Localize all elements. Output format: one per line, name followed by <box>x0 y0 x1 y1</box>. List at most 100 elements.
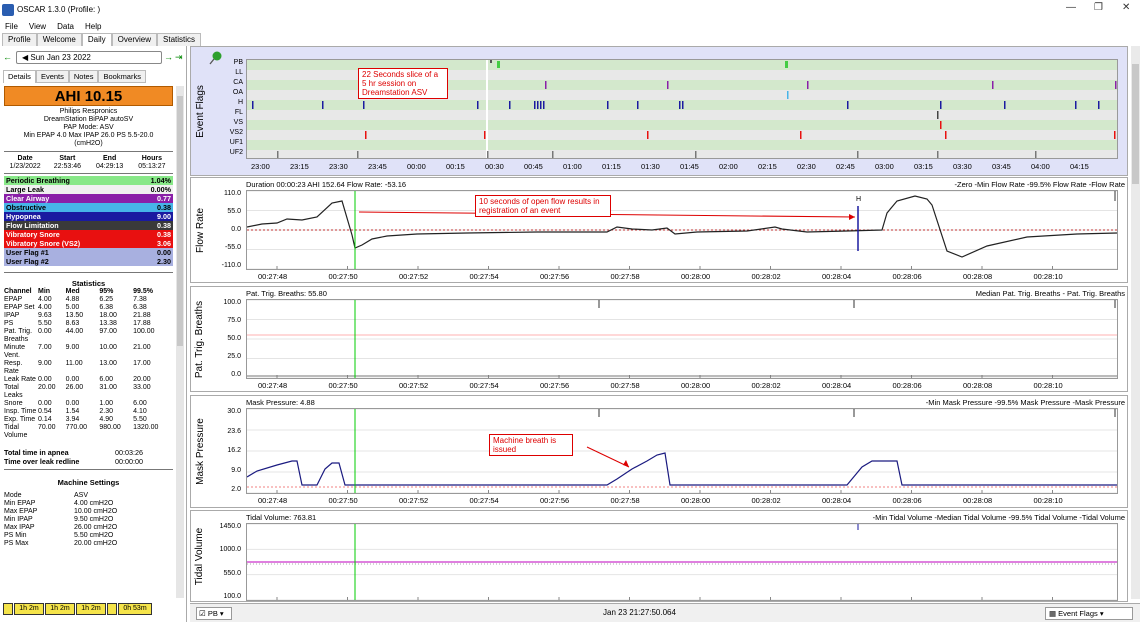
stats-cell: 44.00 <box>65 328 84 335</box>
event-summary-row[interactable]: Vibratory Snore 0.38 <box>4 230 173 239</box>
x-tick-label: 00:27:56 <box>540 381 570 390</box>
mask-pressure-panel[interactable]: Mask Pressure Mask Pressure: 4.88 -Min M… <box>190 395 1128 508</box>
tab-details[interactable]: Details <box>3 70 36 83</box>
y-tick-label: 1450.0 <box>219 523 241 530</box>
tidal-volume-panel[interactable]: Tidal Volume Tidal Volume: 763.81 -Min T… <box>190 510 1128 602</box>
last-day-icon[interactable]: ⇥ <box>175 52 183 63</box>
event-summary-row[interactable]: Hypopnea 9.00 <box>4 212 173 221</box>
stats-cell: 4.00 <box>38 304 52 311</box>
detail-tabs: Details Events Notes Bookmarks <box>3 70 146 83</box>
event-summary-row[interactable]: Flow Limitation 0.38 <box>4 221 173 230</box>
event-flags-panel[interactable]: Event Flags PB LL CA OA H FL VS VS2 UF1 UF2 23:00… <box>190 46 1128 176</box>
event-value: 2.30 <box>157 257 171 266</box>
y-tick-label: 2.0 <box>231 486 241 493</box>
date-picker[interactable]: ◀ Sun Jan 23 2022 <box>16 50 162 64</box>
tab-bookmarks[interactable]: Bookmarks <box>98 70 146 83</box>
flag-event-mark <box>277 151 279 159</box>
pat-trig-plot[interactable] <box>246 299 1118 379</box>
next-day-icon[interactable]: → <box>164 52 173 62</box>
tab-welcome[interactable]: Welcome <box>36 33 82 46</box>
duration-button-4[interactable]: 0h 53m <box>118 603 152 615</box>
device-info: Philips Respronics DreamStation BiPAP au… <box>4 108 173 148</box>
flow-xticks: 00:27:48 00:27:50 00:27:52 00:27:54 00:27:56… <box>246 272 1118 282</box>
x-tick-label: 00:28:08 <box>963 496 993 505</box>
duration-button-2[interactable]: 1h 2m <box>45 603 75 615</box>
flag-event-mark <box>1075 101 1077 109</box>
stats-cell: 9.00 <box>38 360 52 367</box>
flag-event-mark <box>552 151 554 159</box>
prev-day-icon[interactable]: ← <box>3 52 12 62</box>
stats-cell: 7.00 <box>38 344 52 351</box>
flag-time-tick: 00:15 <box>446 162 465 171</box>
flow-yticks: 110.0 55.0 0.0 -55.0 -110.0 <box>211 190 243 270</box>
flow-plot[interactable]: H <box>246 190 1118 270</box>
stats-cell: 17.00 <box>133 360 151 367</box>
menu-help[interactable]: Help <box>85 22 101 31</box>
restore-icon[interactable]: ❐ <box>1094 2 1103 13</box>
event-flags-dropdown[interactable]: ▦ Event Flags ▾ <box>1045 607 1133 620</box>
x-tick-label: 00:28:04 <box>822 496 852 505</box>
y-tick-label: 550.0 <box>223 569 241 577</box>
stats-row: Insp. Time 0.54 1.54 2.30 4.10 <box>4 408 173 416</box>
x-tick-label: 00:28:06 <box>892 496 922 505</box>
x-tick-label: 00:27:52 <box>399 496 429 505</box>
pat-trig-chart <box>247 299 1117 379</box>
graph-scrollbar[interactable] <box>1131 46 1140 599</box>
tab-events[interactable]: Events <box>35 70 69 83</box>
machine-setting-row: Max IPAP 26.00 cmH2O <box>4 524 173 532</box>
annotation-arrowhead <box>623 460 629 467</box>
event-summary-row[interactable]: User Flag #2 2.30 <box>4 257 173 266</box>
duration-start-marker <box>3 603 13 615</box>
stats-cell: 0.14 <box>38 416 52 423</box>
tab-daily[interactable]: Daily <box>81 33 112 46</box>
stats-cell: Exp. Time <box>4 416 36 423</box>
stats-cell: 21.88 <box>133 312 151 319</box>
y-tick-label: 110.0 <box>224 190 241 197</box>
machine-setting-cell: Mode <box>4 492 22 499</box>
tidal-plot[interactable] <box>246 523 1118 601</box>
session-row[interactable]: 1/23/2022 22:53:46 04:29:13 05:13:27 <box>4 163 173 171</box>
event-summary-row[interactable]: Periodic Breathing 1.04% <box>4 176 173 185</box>
event-summary-row[interactable]: User Flag #1 0.00 <box>4 248 173 257</box>
menu-file[interactable]: File <box>5 22 18 31</box>
minimize-icon[interactable]: — <box>1066 2 1076 13</box>
menu-view[interactable]: View <box>29 22 46 31</box>
menu-data[interactable]: Data <box>57 22 74 31</box>
flow-rate-panel[interactable]: Flow Rate Duration 00:00:23 AHI 152.64 F… <box>190 177 1128 283</box>
left-scrollbar[interactable] <box>176 86 184 598</box>
event-label: Vibratory Snore <box>6 230 60 239</box>
left-scroll-thumb[interactable] <box>177 96 183 346</box>
graph-selector[interactable]: ☑ PB ▾ <box>196 607 232 620</box>
tab-profile[interactable]: Profile <box>2 33 37 46</box>
tab-notes[interactable]: Notes <box>68 70 99 83</box>
mask-plot[interactable] <box>246 408 1118 494</box>
graph-scroll-thumb[interactable] <box>1132 64 1139 184</box>
x-tick-label: 00:27:58 <box>610 272 640 281</box>
stats-cell: 18.00 <box>99 312 117 319</box>
event-summary-row[interactable]: Clear Airway 0.77 <box>4 194 173 203</box>
event-summary-row[interactable]: Large Leak 0.00% <box>4 185 173 194</box>
stats-cell: 7.38 <box>133 296 147 303</box>
stats-row: Resp. Rate 9.00 11.00 13.00 17.00 <box>4 360 173 376</box>
duration-button-3[interactable]: 1h 2m <box>76 603 106 615</box>
pat-trig-panel[interactable]: Pat. Trig. Breaths Pat. Trig. Breaths: 5… <box>190 286 1128 392</box>
close-icon[interactable]: ✕ <box>1122 2 1130 13</box>
flag-row-label: CA <box>233 79 243 86</box>
flag-band <box>247 150 1117 160</box>
tab-statistics[interactable]: Statistics <box>157 33 202 46</box>
flag-time-tick: 01:15 <box>602 162 621 171</box>
duration-button-1[interactable]: 1h 2m <box>14 603 44 615</box>
date-navigator: ← ◀ Sun Jan 23 2022 → ⇥ <box>3 50 183 64</box>
statistics-title: Statistics <box>71 279 106 288</box>
x-tick-label: 00:28:00 <box>681 272 711 281</box>
stats-row: Snore 0.00 0.00 1.00 6.00 <box>4 400 173 408</box>
tab-overview[interactable]: Overview <box>111 33 158 46</box>
left-panel: ← ◀ Sun Jan 23 2022 → ⇥ Details Events N… <box>0 46 187 622</box>
x-tick-label: 00:28:06 <box>892 272 922 281</box>
stats-cell: 17.88 <box>133 320 151 327</box>
flag-time-tick: 02:00 <box>719 162 738 171</box>
stats-cell: 770.00 <box>65 424 88 431</box>
event-summary-row[interactable]: Obstructive 0.38 <box>4 203 173 212</box>
event-summary-row[interactable]: Vibratory Snore (VS2) 3.06 <box>4 239 173 248</box>
machine-setting-row: Max EPAP 10.00 cmH2O <box>4 508 173 516</box>
